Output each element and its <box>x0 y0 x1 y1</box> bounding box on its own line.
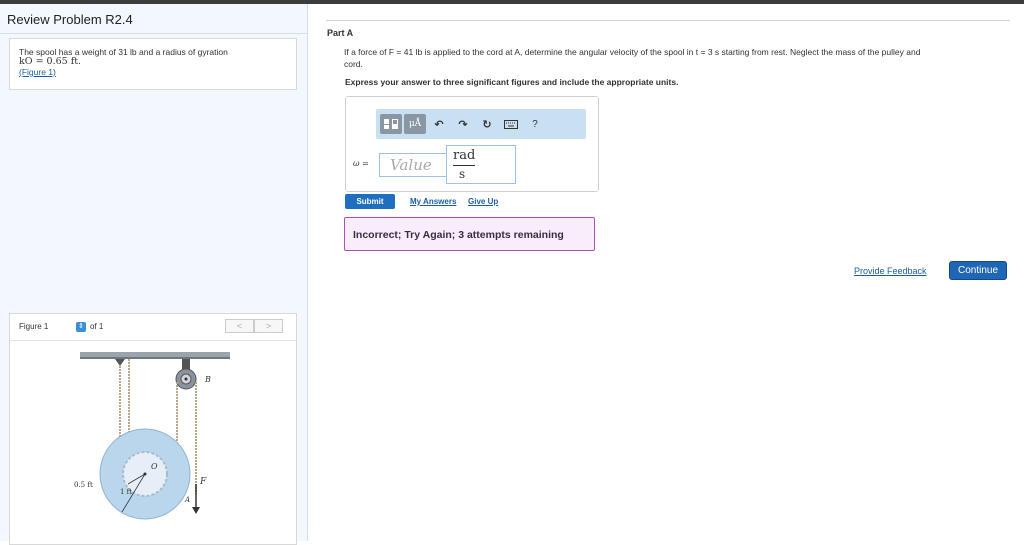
question-text: If a force of F = 41 lb is applied to th… <box>344 46 1004 70</box>
outer-radius-label: 1 ft <box>120 488 132 496</box>
part-label: Part A <box>327 28 354 38</box>
feedback-message: Incorrect; Try Again; 3 attempts remaini… <box>344 217 595 251</box>
undo-icon[interactable]: ↶ <box>428 114 450 134</box>
ceiling <box>80 352 230 357</box>
figure-panel: Figure 1 ⇕ of 1 < > B O 0.5 ft 1 ft F A <box>9 313 297 545</box>
provide-feedback-link[interactable]: Provide Feedback <box>854 266 927 276</box>
omega-label: ω = <box>353 159 369 168</box>
part-panel: Part A If a force of F = 41 lb is applie… <box>326 4 1024 541</box>
prev-figure-button[interactable]: < <box>225 319 254 333</box>
my-answers-link[interactable]: My Answers <box>410 197 456 206</box>
question-line2: cord. <box>344 59 363 69</box>
continue-button[interactable]: Continue <box>949 261 1007 280</box>
force-arrowhead <box>192 507 200 514</box>
units-icon-label: μÅ <box>408 119 422 129</box>
question-line1: If a force of F = 41 lb is applied to th… <box>344 47 921 57</box>
unit-denominator: s <box>459 167 466 181</box>
submit-button[interactable]: Submit <box>345 194 395 209</box>
units-field[interactable]: rad s <box>446 145 516 184</box>
figure-label: Figure 1 <box>19 322 49 331</box>
label-o: O <box>151 462 158 471</box>
reset-icon[interactable]: ↻ <box>476 114 498 134</box>
figure-select-icon[interactable]: ⇕ <box>76 322 86 332</box>
problem-text-line2: kO = 0.65 ft. <box>19 56 82 67</box>
answer-instruction: Express your answer to three significant… <box>345 77 679 87</box>
divider <box>10 340 296 341</box>
inner-radius-label: 0.5 ft <box>74 481 93 489</box>
template-icon[interactable] <box>380 114 402 134</box>
give-up-link[interactable]: Give Up <box>468 197 498 206</box>
units-icon[interactable]: μÅ <box>404 114 426 134</box>
keyboard-icon[interactable] <box>500 114 522 134</box>
problem-title: Review Problem R2.4 <box>7 12 133 27</box>
problem-statement: The spool has a weight of 31 lb and a ra… <box>9 38 297 90</box>
redo-icon[interactable]: ↷ <box>452 114 474 134</box>
divider <box>326 20 1010 21</box>
answer-box: μÅ ↶ ↷ ↻ ? ω = Value rad s <box>345 96 599 192</box>
spool-figure: B O 0.5 ft 1 ft F A <box>74 352 230 520</box>
left-hanger <box>115 359 125 366</box>
next-figure-button[interactable]: > <box>254 319 283 333</box>
divider <box>0 33 308 34</box>
label-f: F <box>199 477 207 487</box>
label-a: A <box>184 496 190 504</box>
figure-count: of 1 <box>90 322 104 331</box>
fraction-bar <box>453 165 475 166</box>
label-b: B <box>204 375 211 384</box>
help-icon[interactable]: ? <box>524 114 546 134</box>
math-toolbar: μÅ ↶ ↷ ↻ ? <box>376 109 586 139</box>
value-input[interactable]: Value <box>379 153 447 177</box>
feedback-text: Incorrect; Try Again; 3 attempts remaini… <box>353 229 564 241</box>
figure-nav: < > <box>225 319 285 333</box>
figure-link[interactable]: (Figure 1) <box>19 67 287 77</box>
problem-panel: Review Problem R2.4 The spool has a weig… <box>0 4 308 545</box>
unit-numerator: rad <box>453 148 476 163</box>
